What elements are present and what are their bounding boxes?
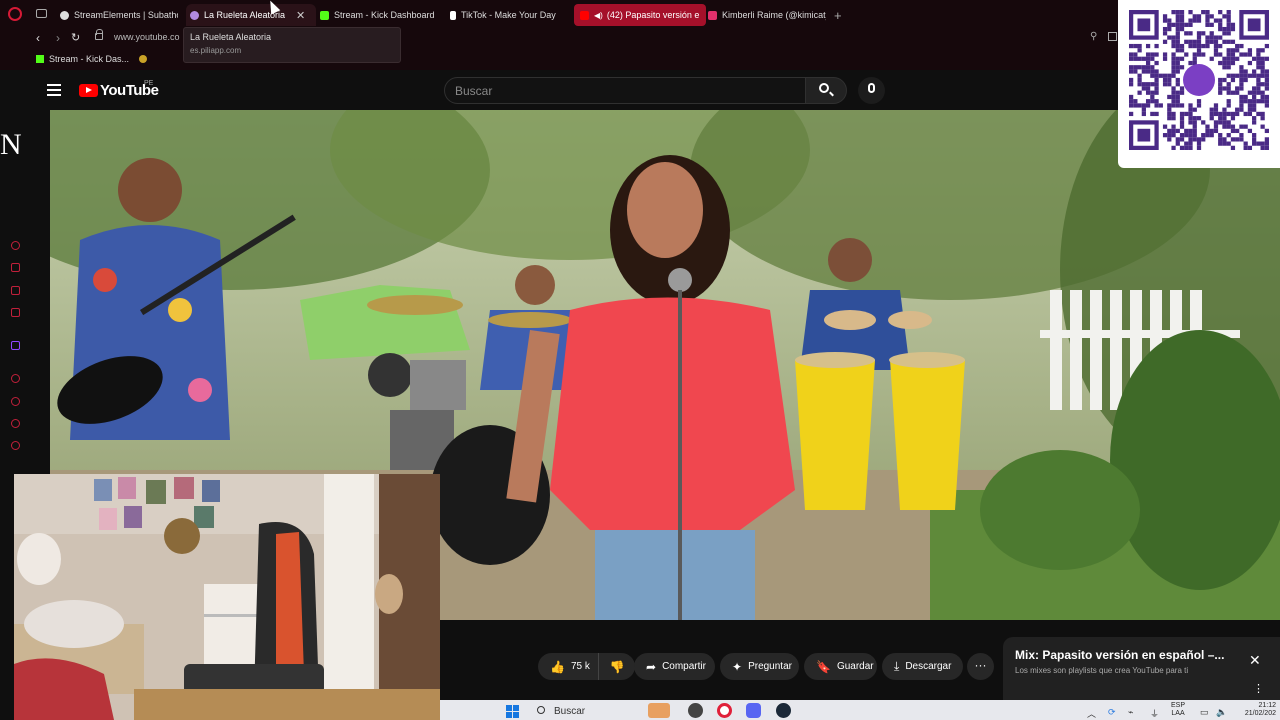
discord-icon[interactable] (746, 703, 761, 718)
clock-time: 21:12 (1258, 702, 1276, 709)
search-icon (819, 83, 829, 93)
download-label: Descargar (905, 661, 952, 672)
tab-title: StreamElements | Subathon (74, 10, 178, 20)
share-label: Compartir (662, 661, 706, 672)
ask-button[interactable]: ✦ Preguntar (720, 653, 799, 680)
tiktok-favicon-icon (450, 10, 456, 20)
mail-icon[interactable] (11, 308, 20, 317)
new-tab-button[interactable]: + (834, 8, 842, 23)
steam-icon[interactable] (776, 703, 791, 718)
tab-instagram[interactable]: Kimberli Raime (@kimicat_ (708, 4, 826, 26)
twitch-icon[interactable] (11, 341, 20, 350)
dislike-button[interactable]: 👎 (599, 660, 635, 674)
youtube-logo-icon[interactable] (79, 84, 98, 97)
tab-tiktok[interactable]: TikTok - Make Your Day (450, 4, 562, 26)
kick-favicon-icon (36, 55, 44, 63)
volume-icon[interactable]: 🔈 (1216, 707, 1227, 718)
tab-title: Stream - Kick Dashboard (334, 10, 435, 20)
yape-qr-code (1118, 0, 1280, 168)
extensions-icon[interactable] (11, 419, 20, 428)
download-button[interactable]: ⤓ Descargar (882, 653, 963, 680)
webcam-frame (14, 474, 440, 720)
save-button[interactable]: 🔖 Guardar (804, 653, 877, 680)
webcam-overlay (14, 474, 440, 720)
mix-title[interactable]: Mix: Papasito versión en español –... (1015, 648, 1224, 662)
sparkle-icon: ✦ (732, 659, 743, 674)
url-field[interactable]: www.youtube.co (114, 32, 180, 42)
share-icon: ➦ (646, 659, 657, 674)
stream-overlay-letter: N (0, 128, 22, 161)
microphone-icon (868, 83, 875, 93)
cat-widget-icon[interactable] (648, 703, 670, 718)
kick-favicon-icon (320, 10, 329, 20)
like-count: 75 k (570, 661, 590, 672)
like-button[interactable]: 👍 75 k (538, 653, 599, 680)
windows-start-icon[interactable] (506, 705, 519, 718)
bookmark-kick-dashboard[interactable]: Stream - Kick Das... (36, 54, 129, 64)
search-placeholder: Buscar (455, 84, 493, 98)
chat-icon[interactable] (11, 286, 20, 295)
back-arrow-icon[interactable]: ‹ (36, 31, 40, 45)
qr-code-image (1129, 10, 1269, 150)
yape-logo-icon (1183, 64, 1215, 96)
bookmark-label: Stream - Kick Das... (49, 54, 130, 64)
search-input[interactable] (444, 77, 806, 104)
network-icon[interactable]: ⌁ (1128, 707, 1133, 718)
tab-streamelements[interactable]: StreamElements | Subathon (60, 4, 178, 26)
thumbs-up-icon: 👍 (550, 659, 565, 674)
language-indicator[interactable]: ESP LAA (1171, 702, 1185, 718)
tooltip-url: es.piliapp.com (190, 46, 242, 55)
streamelements-favicon-icon (60, 10, 69, 20)
country-code: PE (144, 80, 154, 87)
tab-youtube-papasito[interactable]: ◀) (42) Papasito versión e (574, 4, 706, 26)
share-button[interactable]: ➦ Compartir (634, 653, 715, 680)
speaker-icon[interactable]: ◀) (594, 11, 603, 20)
language-code: ESP (1171, 702, 1186, 709)
taskbar-search-icon[interactable] (537, 706, 545, 714)
forward-arrow-icon[interactable]: › (56, 31, 60, 45)
mix-subtitle: Los mixes son playlists que crea YouTube… (1015, 666, 1189, 675)
save-label: Guardar (836, 661, 874, 672)
kebab-menu-icon[interactable]: ⋮ (1253, 682, 1264, 695)
youtube-favicon-icon (580, 10, 589, 20)
lock-icon[interactable] (95, 29, 103, 40)
sync-icon[interactable]: ⟳ (1108, 707, 1116, 718)
display-icon[interactable]: ▭ (1200, 707, 1209, 718)
tooltip-title: La Rueleta Aleatoria (190, 32, 272, 42)
piliapp-favicon-icon (190, 10, 199, 20)
sidebar-toggle-icon[interactable] (1108, 32, 1117, 41)
tab-title: (42) Papasito versión e (606, 10, 700, 20)
thumbs-down-icon: 👎 (609, 659, 625, 674)
app-icon[interactable] (688, 703, 703, 718)
close-icon[interactable]: ✕ (1249, 652, 1261, 669)
tab-kick-dashboard[interactable]: Stream - Kick Dashboard (320, 4, 440, 26)
opera-logo-icon[interactable] (8, 7, 22, 21)
messenger-icon[interactable] (11, 263, 20, 272)
reload-icon[interactable]: ↻ (71, 31, 80, 44)
opera-taskbar-icon[interactable] (717, 703, 732, 718)
clock-date: 21/02/202 (1244, 710, 1276, 717)
tab-overview-icon[interactable] (36, 9, 47, 18)
tab-title: Kimberli Raime (@kimicat_ (722, 10, 826, 20)
aria-icon[interactable] (11, 241, 20, 250)
close-tab-icon[interactable]: ✕ (296, 9, 305, 22)
chevron-up-icon[interactable]: ︿ (1087, 707, 1096, 720)
language-sub: LAA (1171, 710, 1185, 717)
more-actions-button[interactable]: ··· (967, 653, 994, 680)
ask-label: Preguntar (748, 661, 792, 672)
usb-icon[interactable]: ⏚ (1150, 707, 1159, 720)
bookmark-icon: 🔖 (816, 659, 831, 674)
tab-title: TikTok - Make Your Day (461, 10, 556, 20)
clock[interactable]: 21:12 21/02/202 (1240, 702, 1276, 718)
download-icon: ⤓ (894, 659, 900, 673)
bookmark-folder-icon[interactable] (139, 55, 147, 63)
pin-icon[interactable]: ⚲ (1090, 31, 1097, 42)
player-icon[interactable] (11, 374, 20, 383)
instagram-favicon-icon (708, 10, 717, 20)
like-dislike-group: 👍 75 k 👎 (538, 653, 635, 680)
history-icon[interactable] (11, 397, 20, 406)
hamburger-menu-icon[interactable] (47, 84, 61, 96)
settings-icon[interactable] (11, 441, 20, 450)
taskbar-search-label[interactable]: Buscar (554, 706, 585, 717)
